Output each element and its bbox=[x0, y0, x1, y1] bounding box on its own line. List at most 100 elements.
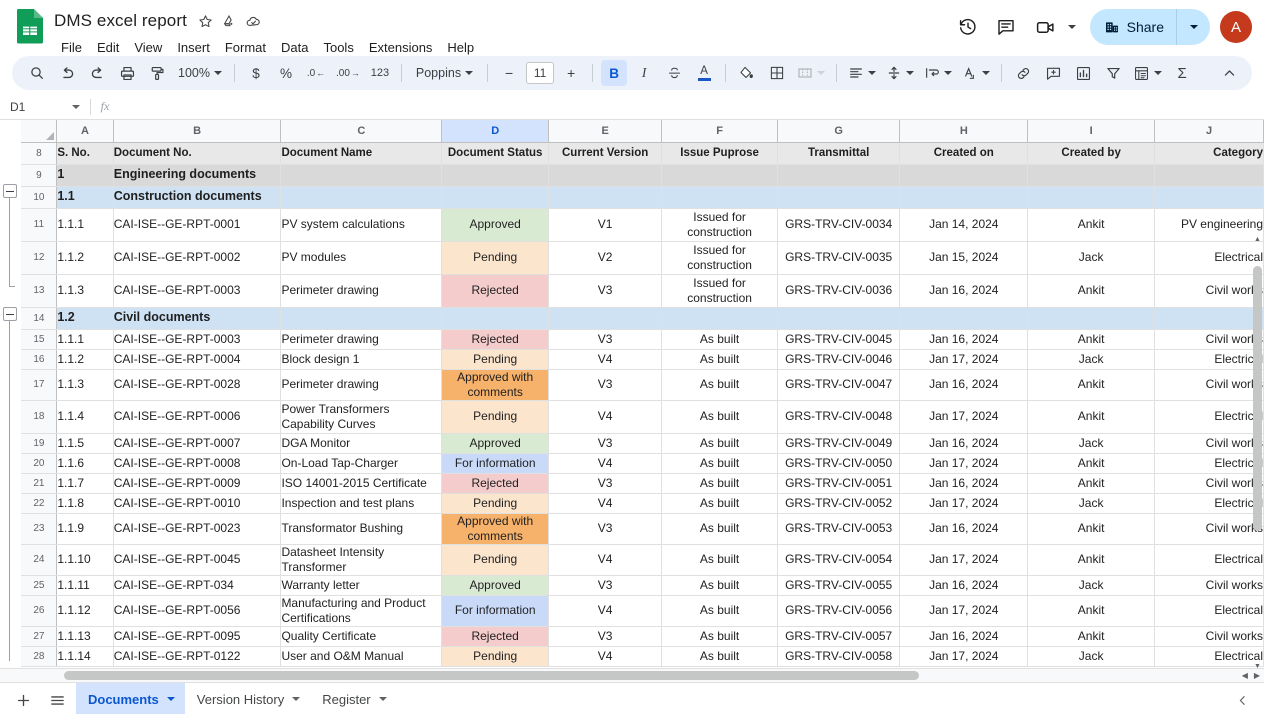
grid-cell[interactable] bbox=[441, 307, 550, 330]
menu-edit[interactable]: Edit bbox=[90, 37, 126, 58]
grid-cell[interactable]: Jack bbox=[1027, 349, 1156, 370]
grid-cell[interactable]: Civil works bbox=[1154, 513, 1264, 545]
grid-cell[interactable]: Electrical bbox=[1154, 349, 1264, 370]
row-header[interactable]: 26 bbox=[21, 595, 58, 627]
grid-cell[interactable]: CAI-ISE--GE-RPT-0001 bbox=[113, 208, 282, 242]
status-badge[interactable]: Approved bbox=[441, 433, 550, 454]
grid-cell[interactable]: GRS-TRV-CIV-0050 bbox=[777, 453, 901, 474]
status-badge[interactable]: For information bbox=[441, 595, 550, 627]
sheet-tab-documents[interactable]: Documents bbox=[76, 682, 185, 714]
grid-cell[interactable]: As built bbox=[661, 473, 778, 494]
number-format-button[interactable]: 123 bbox=[367, 60, 393, 86]
sheet-tab-menu-icon[interactable] bbox=[378, 697, 387, 701]
grid-cell[interactable]: Power Transformers Capability Curves bbox=[280, 400, 443, 434]
grid-cell[interactable]: Quality Certificate bbox=[280, 626, 443, 647]
status-badge[interactable]: Pending bbox=[441, 544, 550, 576]
row-header[interactable]: 18 bbox=[21, 400, 58, 434]
grid-cell[interactable]: CAI-ISE--GE-RPT-0095 bbox=[113, 626, 282, 647]
insert-chart-icon[interactable] bbox=[1070, 60, 1096, 86]
grid-cell[interactable]: Civil works bbox=[1154, 575, 1264, 596]
grid-cell[interactable] bbox=[777, 186, 901, 209]
grid-cell[interactable] bbox=[777, 307, 901, 330]
row-header[interactable]: 22 bbox=[21, 493, 58, 514]
grid-cell[interactable]: Jan 16, 2024 bbox=[899, 329, 1029, 350]
grid-cell[interactable]: Issued for construction bbox=[661, 274, 778, 308]
move-to-drive-icon[interactable] bbox=[219, 10, 241, 32]
row-header[interactable]: 28 bbox=[21, 646, 58, 667]
grid-cell[interactable]: As built bbox=[661, 513, 778, 545]
grid-cell[interactable]: CAI-ISE--GE-RPT-0007 bbox=[113, 433, 282, 454]
grid-cell[interactable]: CAI-ISE--GE-RPT-0023 bbox=[113, 513, 282, 545]
grid-cell[interactable]: GRS-TRV-CIV-0048 bbox=[777, 400, 901, 434]
text-rotation-icon[interactable] bbox=[959, 60, 993, 86]
grid-cell[interactable]: Issued for construction bbox=[661, 208, 778, 242]
grid-cell[interactable]: GRS-TRV-CIV-0058 bbox=[777, 646, 901, 667]
grid-cell[interactable]: CAI-ISE--GE-RPT-0002 bbox=[113, 241, 282, 275]
grid-cell[interactable]: Transformator Bushing bbox=[280, 513, 443, 545]
status-badge[interactable]: Rejected bbox=[441, 274, 550, 308]
grid-cell[interactable]: 1.1.4 bbox=[56, 400, 114, 434]
grid-cell[interactable]: As built bbox=[661, 369, 778, 401]
grid-cell[interactable]: PV system calculations bbox=[280, 208, 443, 242]
grid-cell[interactable]: CAI-ISE--GE-RPT-0009 bbox=[113, 473, 282, 494]
grid-cell[interactable]: Jack bbox=[1027, 575, 1156, 596]
grid-cell[interactable]: Civil works bbox=[1154, 433, 1264, 454]
column-title-cell[interactable]: Current Version bbox=[548, 142, 663, 165]
vertical-scrollbar-thumb[interactable] bbox=[1253, 266, 1262, 531]
grid-cell[interactable]: 1.1.1 bbox=[56, 329, 114, 350]
status-badge[interactable]: Rejected bbox=[441, 473, 550, 494]
grid-cell[interactable]: CAI-ISE--GE-RPT-0028 bbox=[113, 369, 282, 401]
grid-cell[interactable]: Manufacturing and Product Certifications bbox=[280, 595, 443, 627]
column-title-cell[interactable]: Created by bbox=[1027, 142, 1156, 165]
row-header[interactable]: 20 bbox=[21, 453, 58, 474]
collapse-group-1-1-button[interactable] bbox=[3, 184, 17, 198]
menu-tools[interactable]: Tools bbox=[316, 37, 360, 58]
grid-cell[interactable]: V1 bbox=[548, 208, 663, 242]
grid-cell[interactable]: As built bbox=[661, 329, 778, 350]
column-title-cell[interactable]: S. No. bbox=[56, 142, 114, 165]
grid-cell[interactable]: CAI-ISE--GE-RPT-034 bbox=[113, 575, 282, 596]
grid-cell[interactable]: V3 bbox=[548, 329, 663, 350]
text-wrap-icon[interactable] bbox=[921, 60, 955, 86]
grid-cell[interactable]: Jan 16, 2024 bbox=[899, 626, 1029, 647]
row-header[interactable]: 15 bbox=[21, 329, 58, 350]
grid-cell[interactable]: Civil works bbox=[1154, 369, 1264, 401]
horizontal-align-icon[interactable] bbox=[845, 60, 879, 86]
grid-cell[interactable]: Jan 16, 2024 bbox=[899, 575, 1029, 596]
scroll-up-icon[interactable]: ▲ bbox=[1254, 236, 1261, 243]
grid-cell[interactable] bbox=[1154, 164, 1264, 187]
grid-cell[interactable]: Ankit bbox=[1027, 595, 1156, 627]
grid-cell[interactable]: 1.1.9 bbox=[56, 513, 114, 545]
grid-cell[interactable]: Inspection and test plans bbox=[280, 493, 443, 514]
grid-cell[interactable]: CAI-ISE--GE-RPT-0008 bbox=[113, 453, 282, 474]
grid-cell[interactable] bbox=[1027, 186, 1156, 209]
grid-cell[interactable]: Jan 14, 2024 bbox=[899, 208, 1029, 242]
column-title-cell[interactable]: Issue Puprose bbox=[661, 142, 778, 165]
menu-data[interactable]: Data bbox=[274, 37, 315, 58]
vertical-scrollbar[interactable]: ▲ ▼ bbox=[1253, 236, 1262, 668]
grid-cell[interactable]: 1.1.7 bbox=[56, 473, 114, 494]
grid-cell[interactable]: V3 bbox=[548, 433, 663, 454]
grid-cell[interactable]: Block design 1 bbox=[280, 349, 443, 370]
grid-cell[interactable]: CAI-ISE--GE-RPT-0006 bbox=[113, 400, 282, 434]
grid-cell[interactable]: Ankit bbox=[1027, 473, 1156, 494]
grid-cell[interactable]: 1.1.2 bbox=[56, 349, 114, 370]
grid-cell[interactable]: Electrical bbox=[1154, 493, 1264, 514]
grid-cell[interactable]: Ankit bbox=[1027, 400, 1156, 434]
sum-icon[interactable]: Σ bbox=[1169, 60, 1195, 86]
column-title-cell[interactable]: Transmittal bbox=[777, 142, 901, 165]
meet-button[interactable] bbox=[1026, 9, 1080, 45]
grid-cell[interactable]: Jan 16, 2024 bbox=[899, 433, 1029, 454]
grid-cell[interactable] bbox=[280, 307, 443, 330]
grid-cell[interactable]: V4 bbox=[548, 493, 663, 514]
grid-cell[interactable]: Electrical bbox=[1154, 544, 1264, 576]
grid-cell[interactable]: Civil works bbox=[1154, 274, 1264, 308]
grid-cell[interactable] bbox=[899, 307, 1029, 330]
menu-view[interactable]: View bbox=[127, 37, 169, 58]
grid-cell[interactable]: 1.1.11 bbox=[56, 575, 114, 596]
strikethrough-icon[interactable] bbox=[661, 60, 687, 86]
row-header[interactable]: 25 bbox=[21, 575, 58, 596]
grid-cell[interactable]: Construction documents bbox=[113, 186, 282, 209]
grid-cell[interactable]: As built bbox=[661, 544, 778, 576]
grid-cell[interactable]: 1.1.6 bbox=[56, 453, 114, 474]
